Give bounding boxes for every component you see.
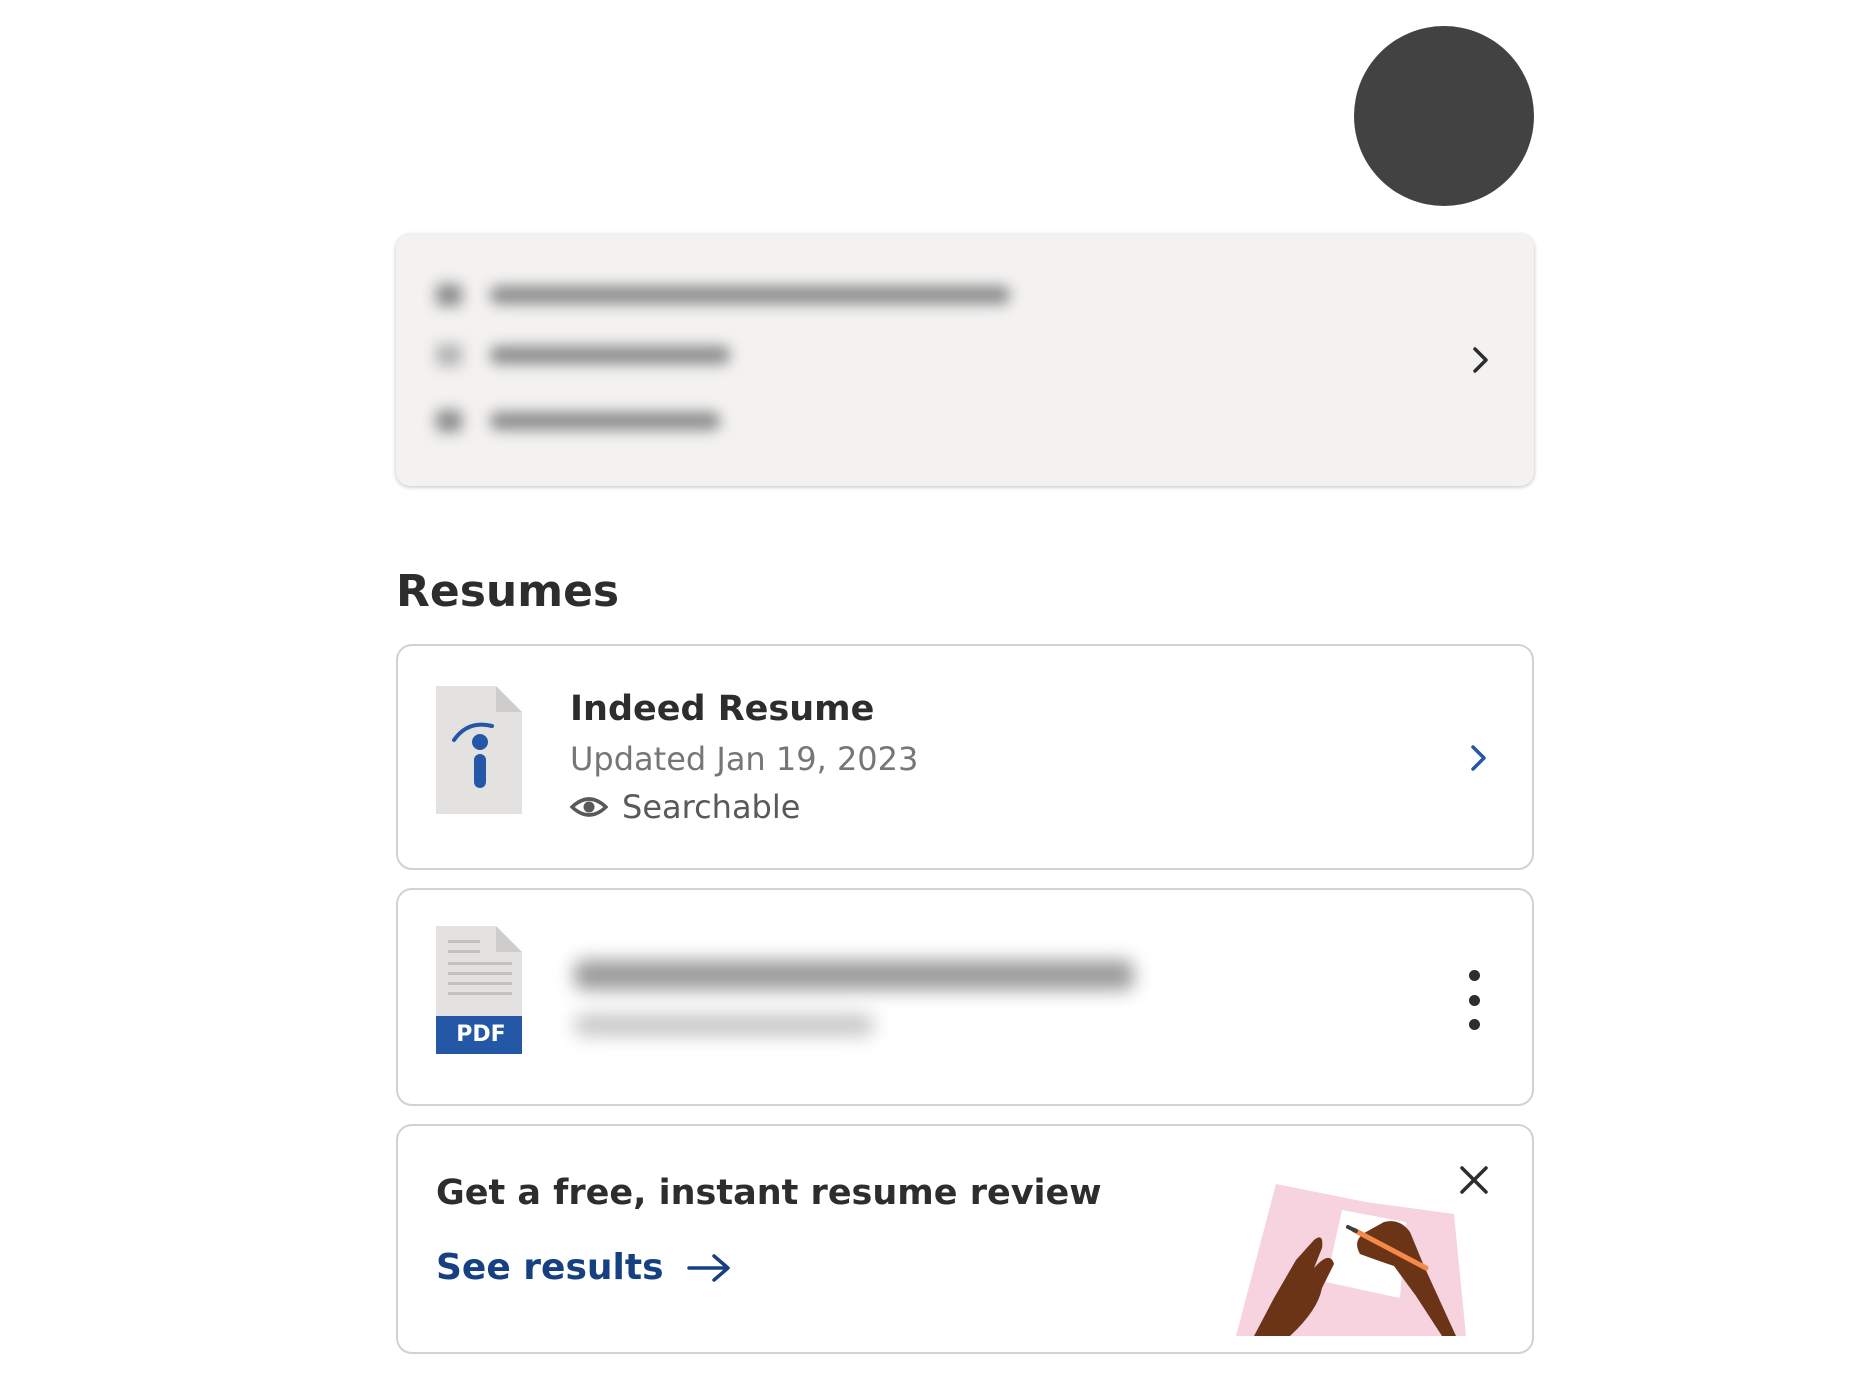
more-vertical-icon-dot bbox=[1468, 1019, 1480, 1030]
phone-icon bbox=[436, 344, 462, 366]
arrow-right-icon bbox=[686, 1254, 730, 1282]
resume-title: Indeed Resume bbox=[570, 689, 875, 729]
contact-location-redacted bbox=[490, 412, 720, 430]
contact-info-card[interactable] bbox=[396, 234, 1534, 486]
see-results-label: See results bbox=[436, 1247, 664, 1288]
email-icon bbox=[436, 284, 462, 306]
pdf-resume-card[interactable]: PDF bbox=[396, 888, 1534, 1106]
resume-visibility-status: Searchable bbox=[570, 786, 800, 828]
location-icon bbox=[436, 410, 462, 432]
chevron-right-icon[interactable] bbox=[1464, 344, 1496, 376]
contact-email-redacted bbox=[490, 286, 1010, 304]
see-results-link[interactable]: See results bbox=[436, 1244, 732, 1292]
indeed-resume-card[interactable]: Indeed Resume Updated Jan 19, 2023 Searc… bbox=[396, 644, 1534, 870]
review-promo-title: Get a free, instant resume review bbox=[436, 1173, 1102, 1213]
pdf-date-redacted bbox=[574, 1014, 874, 1036]
avatar[interactable] bbox=[1354, 26, 1534, 206]
chevron-right-icon[interactable] bbox=[1462, 742, 1494, 774]
eye-icon bbox=[570, 797, 608, 817]
more-vertical-icon-dot bbox=[1468, 994, 1480, 1006]
contact-phone-row bbox=[436, 344, 730, 366]
resume-updated-date: Updated Jan 19, 2023 bbox=[570, 740, 919, 778]
contact-phone-redacted bbox=[490, 346, 730, 364]
hands-writing-illustration-icon bbox=[1236, 1184, 1466, 1336]
indeed-doc-icon bbox=[436, 686, 522, 814]
resume-status-label: Searchable bbox=[622, 788, 801, 826]
contact-email-row bbox=[436, 284, 1010, 306]
more-options-button[interactable] bbox=[1456, 970, 1492, 1030]
more-vertical-icon-dot bbox=[1468, 970, 1480, 981]
contact-location-row bbox=[436, 410, 720, 432]
pdf-filename-redacted bbox=[574, 960, 1134, 990]
resumes-heading: Resumes bbox=[396, 566, 620, 617]
pdf-badge-label: PDF bbox=[456, 1022, 506, 1047]
profile-page: Resumes Indeed Resume Updated Jan 19, 20… bbox=[0, 0, 1868, 1376]
resume-review-card: Get a free, instant resume review See re… bbox=[396, 1124, 1534, 1354]
